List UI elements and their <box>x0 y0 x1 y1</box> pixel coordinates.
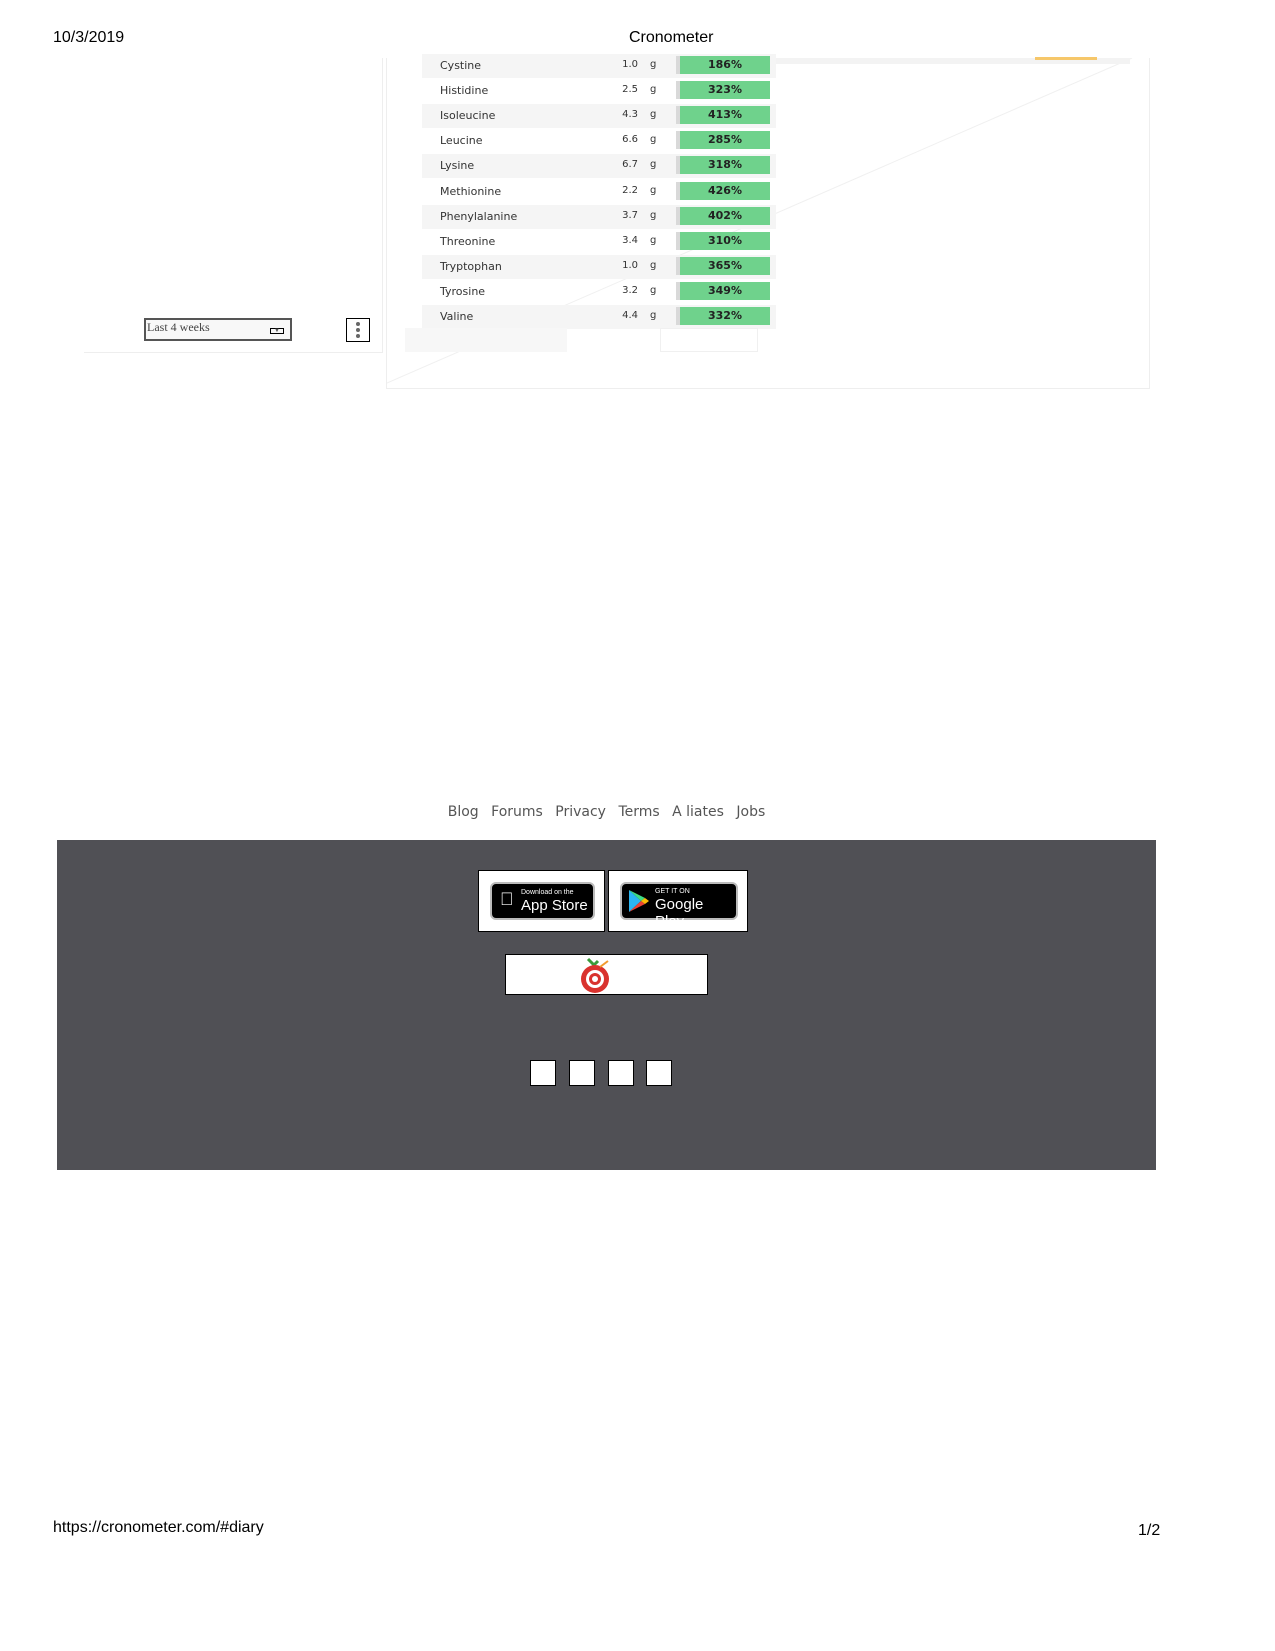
nutrient-amount: 3.4 <box>622 234 638 246</box>
nutrient-name: Phenylalanine <box>440 209 518 223</box>
nutrient-unit: g <box>650 59 657 70</box>
nutrient-amount: 2.2 <box>622 184 638 196</box>
table-row[interactable]: Lysine 6.7 g 318% <box>422 154 776 179</box>
nutrient-name: Tryptophan <box>440 259 502 273</box>
percent-target-bar: 285% <box>676 131 770 150</box>
nutrient-name: Histidine <box>440 84 489 98</box>
left-panel <box>84 58 383 353</box>
app-store-badge:  Download on the App Store <box>490 882 595 920</box>
table-row[interactable]: Isoleucine 4.3 g 413% <box>422 104 776 129</box>
google-play-link[interactable]: GET IT ON Google Play <box>608 870 748 932</box>
cronometer-logo-icon <box>581 957 609 993</box>
nutrient-unit: g <box>650 284 657 296</box>
nutrient-name: Isoleucine <box>440 109 496 123</box>
table-row[interactable]: Valine 4.4 g 332% <box>422 305 776 329</box>
range-select[interactable]: Last 4 weeks ▼ <box>144 318 292 341</box>
print-url: https://cronometer.com/#diary <box>53 1519 264 1536</box>
nutrient-amount: 3.2 <box>622 284 638 296</box>
table-footer-cell <box>405 328 567 352</box>
percent-target-bar: 413% <box>676 106 770 125</box>
table-row[interactable]: Tyrosine 3.2 g 349% <box>422 280 776 304</box>
google-play-big-text: Google Play <box>655 896 704 930</box>
nutrient-unit: g <box>650 109 657 121</box>
percent-target-bar: 186% <box>676 56 770 74</box>
table-row[interactable]: Threonine 3.4 g 310% <box>422 230 776 254</box>
nutrient-name: Threonine <box>440 234 496 248</box>
link-forums[interactable]: Forums <box>491 804 543 820</box>
nutrient-unit: g <box>650 234 657 246</box>
percent-target-bar: 323% <box>676 81 770 100</box>
range-select-value: Last 4 weeks <box>147 320 210 334</box>
app-store-small-text: Download on the <box>521 889 574 896</box>
table-row[interactable]: Leucine 6.6 g 285% <box>422 129 776 153</box>
nutrient-amount: 2.5 <box>622 84 638 96</box>
chevron-down-icon: ▼ <box>270 328 284 334</box>
google-play-icon <box>629 890 649 912</box>
table-row[interactable]: Tryptophan 1.0 g 365% <box>422 254 776 279</box>
percent-target-bar: 332% <box>676 307 770 325</box>
nutrient-amount: 1.0 <box>622 59 638 70</box>
kebab-dot-icon <box>356 322 360 326</box>
nutrient-unit: g <box>650 134 657 146</box>
nutrient-amount: 6.7 <box>622 159 638 171</box>
nutrient-amount: 6.6 <box>622 134 638 146</box>
social-twitter-icon[interactable] <box>569 1060 595 1086</box>
nutrient-unit: g <box>650 184 657 196</box>
table-footer-cell <box>660 328 758 352</box>
kebab-dot-icon <box>356 328 360 332</box>
table-row[interactable]: Methionine 2.2 g 426% <box>422 180 776 204</box>
social-youtube-icon[interactable] <box>646 1060 672 1086</box>
nutrient-unit: g <box>650 209 657 221</box>
target-bar-fill <box>1035 57 1097 60</box>
kebab-dot-icon <box>356 334 360 338</box>
percent-target-bar: 426% <box>676 181 770 200</box>
google-play-badge: GET IT ON Google Play <box>620 882 738 930</box>
nutrient-name: Methionine <box>440 184 502 198</box>
print-date: 10/3/2019 <box>53 29 125 46</box>
link-blog[interactable]: Blog <box>448 804 479 820</box>
nutrient-amount: 3.7 <box>622 209 638 221</box>
site-footer <box>57 840 1156 1170</box>
nutrient-amount: 4.3 <box>622 109 638 121</box>
social-instagram-icon[interactable] <box>608 1060 634 1086</box>
nutrient-unit: g <box>650 159 657 171</box>
nutrient-name: Tyrosine <box>440 284 486 298</box>
nutrient-unit: g <box>650 84 657 96</box>
footer-links: Blog Forums Privacy Terms A liates Jobs <box>0 804 1213 820</box>
nutrient-name: Cystine <box>440 59 482 72</box>
app-store-big-text: App Store <box>521 897 588 914</box>
link-jobs[interactable]: Jobs <box>736 804 765 820</box>
apple-icon:  <box>500 889 514 910</box>
nutrient-unit: g <box>650 259 657 271</box>
nutrient-amount: 1.0 <box>622 259 638 271</box>
link-terms[interactable]: Terms <box>618 804 659 820</box>
print-page-number: 1/2 <box>1138 1522 1161 1539</box>
nutrient-unit: g <box>650 310 657 321</box>
nutrient-amount: 4.4 <box>622 310 638 321</box>
print-title: Cronometer <box>629 29 714 46</box>
more-options-button[interactable] <box>346 318 370 342</box>
cronometer-logo-link[interactable] <box>505 954 708 995</box>
nutrient-name: Leucine <box>440 134 483 148</box>
nutrient-name: Lysine <box>440 159 475 173</box>
google-play-small-text: GET IT ON <box>655 888 690 895</box>
social-facebook-icon[interactable] <box>530 1060 556 1086</box>
percent-target-bar: 349% <box>676 281 770 300</box>
table-row[interactable]: Phenylalanine 3.7 g 402% <box>422 204 776 229</box>
table-row[interactable]: Histidine 2.5 g 323% <box>422 79 776 103</box>
percent-target-bar: 318% <box>676 156 770 175</box>
percent-target-bar: 402% <box>676 206 770 225</box>
link-affiliates[interactable]: A liates <box>672 804 724 820</box>
percent-target-bar: 310% <box>676 231 770 250</box>
app-store-link[interactable]:  Download on the App Store <box>478 870 605 932</box>
nutrient-name: Valine <box>440 310 474 323</box>
link-privacy[interactable]: Privacy <box>555 804 606 820</box>
table-row[interactable]: Cystine 1.0 g 186% <box>422 54 776 78</box>
percent-target-bar: 365% <box>676 256 770 275</box>
